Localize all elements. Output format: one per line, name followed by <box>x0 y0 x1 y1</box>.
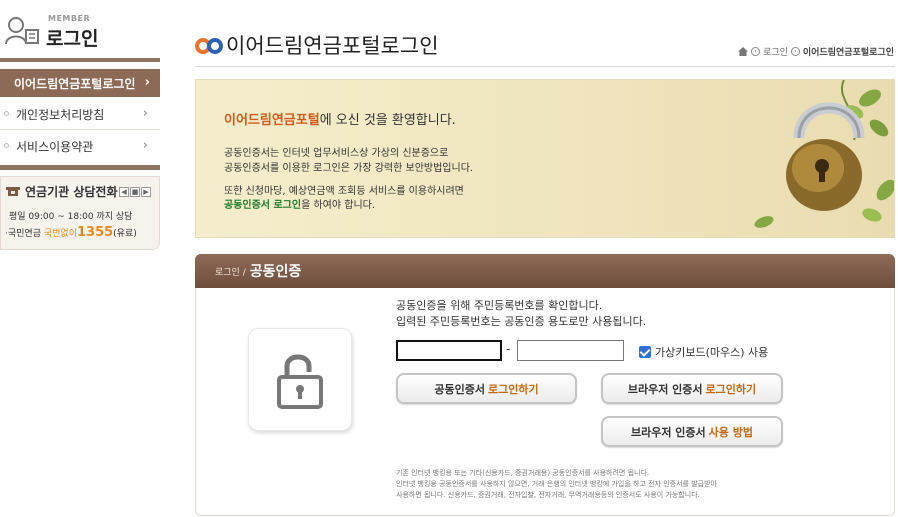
sidebar-item-label: 서비스이용약관 <box>16 139 94 154</box>
sidebar-item-label: 개인정보처리방침 <box>16 107 105 122</box>
phone-number: 1355 <box>76 225 114 240</box>
page-title: 이어드림연금포털로그인 <box>226 34 439 58</box>
banner-text: 공동인증서 로그인을 하여야 합니다. <box>224 200 376 211</box>
sidebar-item-portal-login[interactable]: 이어드림연금포털로그인 › <box>0 69 160 97</box>
phone-icon <box>6 187 20 196</box>
info-text: 공동인증을 위해 주민등록번호를 확인합니다. <box>396 299 603 312</box>
consult-pager: ◀ ■ ▶ <box>119 187 151 197</box>
chevron-right-icon: › <box>144 75 150 90</box>
bullet-icon <box>4 111 9 116</box>
lock-icon-box <box>248 328 352 431</box>
home-icon[interactable] <box>738 47 749 56</box>
banner-text: 또한 신청마당, 예상연금액 조회등 서비스를 이용하시려면 <box>224 186 464 197</box>
browser-cert-login-button[interactable]: 브라우저 인증서 로그인하기 <box>601 373 783 404</box>
panel-title: 공동인증 <box>249 264 302 280</box>
login-panel: 로그인 / 공동인증 공동인증을 위해 주민등록번호를 확인합니다. 입력된 주… <box>195 254 895 516</box>
sidebar-title: 로그인 <box>46 28 99 50</box>
chevron-right-icon: › <box>142 106 148 121</box>
panel-crumb: 로그인 / <box>215 267 246 278</box>
header-divider <box>195 66 895 67</box>
prev-icon[interactable]: ◀ <box>119 187 129 197</box>
member-label: MEMBER <box>48 14 91 23</box>
virtual-keyboard-toggle[interactable]: 가상키보드(마우스) 사용 <box>639 344 768 360</box>
rrn-first-input[interactable] <box>396 340 502 361</box>
pause-icon[interactable]: ■ <box>130 187 140 197</box>
rrn-second-input[interactable] <box>517 340 624 361</box>
sidebar-divider <box>0 165 160 170</box>
cert-login-button[interactable]: 공동인증서 로그인하기 <box>396 373 577 404</box>
logo-icon <box>195 38 223 54</box>
note-text: 인터넷 뱅킹용 공동인증서를 사용하지 않으면, 거래 은행의 인터넷 뱅킹에 … <box>396 480 717 488</box>
consult-hours: 평일 09:00 ~ 18:00 까지 상담 <box>9 212 133 222</box>
sidebar-divider <box>0 58 160 62</box>
breadcrumb-item[interactable]: 로그인 <box>763 45 788 58</box>
divider <box>0 129 160 130</box>
banner-heading: 이어드림연금포털에 오신 것을 환영합니다. <box>224 113 456 128</box>
breadcrumb-arrow-icon: › <box>790 47 800 56</box>
chevron-right-icon: › <box>142 138 148 153</box>
virtual-keyboard-label: 가상키보드(마우스) 사용 <box>655 346 769 359</box>
banner-text: 공동인증서는 인터넷 업무서비스상 가상의 신분증으로 <box>224 148 449 159</box>
panel-header: 로그인 / 공동인증 <box>195 254 895 288</box>
note-text: 기존 인터넷 뱅킹용 또는 기타(신용카드, 증권거래용) 공동인증서를 사용하… <box>396 469 650 477</box>
sidebar-item-terms[interactable]: 서비스이용약관 › <box>0 133 160 159</box>
member-header: MEMBER 로그인 <box>0 12 160 52</box>
breadcrumb-current: 이어드림연금포털로그인 <box>802 48 894 58</box>
browser-cert-howto-button[interactable]: 브라우저 인증서 사용 방법 <box>601 416 783 447</box>
member-icon <box>5 17 39 45</box>
info-text: 입력된 주민등록번호는 공동인증 용도로만 사용됩니다. <box>396 315 647 328</box>
rrn-dash: - <box>506 342 511 356</box>
consult-title: 연금기관 상담전화 <box>5 183 118 200</box>
banner-text: 공동인증서를 이용한 로그인은 가장 강력한 보안방법입니다. <box>224 163 474 174</box>
next-icon[interactable]: ▶ <box>141 187 151 197</box>
lock-icon <box>277 354 323 409</box>
breadcrumb: › 로그인 › 이어드림연금포털로그인 <box>738 45 894 58</box>
welcome-banner: 이어드림연금포털에 오신 것을 환영합니다. 공동인증서는 인터넷 업무서비스상… <box>195 79 895 238</box>
virtual-keyboard-checkbox[interactable] <box>639 346 651 358</box>
sidebar-item-label: 이어드림연금포털로그인 <box>14 76 136 91</box>
breadcrumb-arrow-icon: › <box>751 47 761 56</box>
sidebar-item-privacy-policy[interactable]: 개인정보처리방침 › <box>0 101 160 127</box>
note-text: 사용하면 됩니다. 신용카드, 증권거래, 전자입찰, 전자거래, 무역거래용등… <box>396 491 700 499</box>
padlock-illustration <box>754 80 894 228</box>
consult-phone: ·국민연금 국번없이1355(유료) <box>5 225 137 240</box>
bullet-icon <box>4 143 9 148</box>
consult-box: 연금기관 상담전화 ◀ ■ ▶ 평일 09:00 ~ 18:00 까지 상담 ·… <box>0 176 160 250</box>
